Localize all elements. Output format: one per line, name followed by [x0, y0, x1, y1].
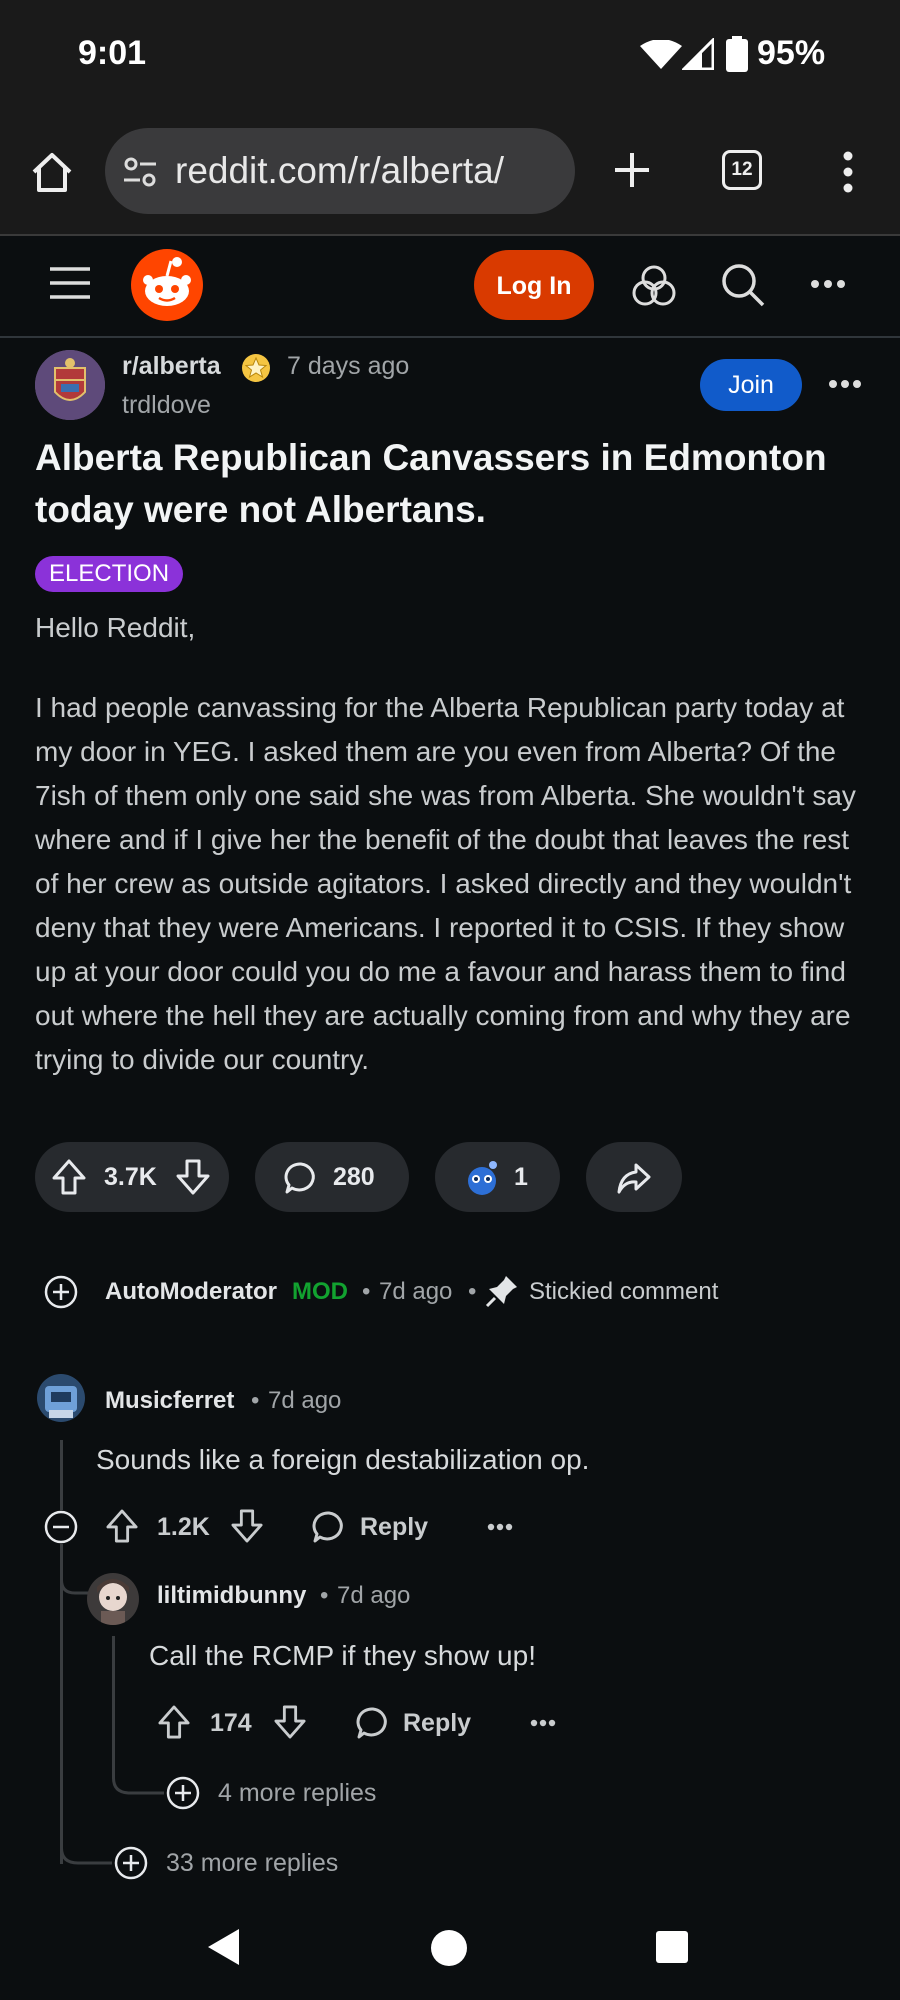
comment-count: 280 [333, 1163, 375, 1191]
post-time: 7 days ago [287, 352, 410, 380]
post-flair[interactable]: ELECTION [35, 556, 184, 592]
separator-dot: • [468, 1278, 477, 1305]
award-star-icon [242, 354, 270, 382]
liltimidbunny-comment-text: Call the RCMP if they show up! [149, 1640, 536, 1671]
automod-username[interactable]: AutoModerator [105, 1278, 277, 1306]
more-replies-nested[interactable]: 4 more replies [218, 1779, 376, 1808]
automod-time: 7d ago [379, 1278, 453, 1305]
comment-icon[interactable] [312, 1510, 346, 1544]
liltimidbunny-username[interactable]: liltimidbunny [157, 1582, 306, 1610]
subreddit-name[interactable]: r/alberta [122, 352, 221, 381]
signal-icon [682, 38, 714, 70]
expand-comment-icon[interactable] [44, 1275, 78, 1309]
expand-replies-icon[interactable] [166, 1776, 200, 1810]
post-title[interactable]: Alberta Republican Canvassers in Edmonto… [35, 432, 865, 536]
login-button[interactable]: Log In [474, 250, 594, 320]
thread-line[interactable] [60, 1440, 63, 1510]
recents-icon[interactable] [655, 1930, 689, 1964]
liltimidbunny-vote-count: 174 [210, 1709, 252, 1737]
separator-dot: • [320, 1582, 329, 1609]
musicferret-vote-count: 1.2K [157, 1513, 210, 1541]
musicferret-avatar[interactable] [37, 1374, 85, 1422]
thread-branch [112, 1770, 164, 1795]
status-time: 9:01 [78, 34, 147, 72]
award-count: 1 [514, 1163, 528, 1191]
post-options-icon[interactable] [828, 378, 862, 390]
thread-branch [60, 1560, 90, 1595]
comment-icon [284, 1162, 315, 1194]
more-options-icon[interactable] [810, 278, 846, 290]
musicferret-time: 7d ago [268, 1387, 342, 1414]
expand-replies-icon[interactable] [114, 1846, 148, 1880]
back-icon[interactable] [205, 1927, 241, 1967]
mod-badge: MOD [292, 1278, 348, 1305]
wifi-icon [640, 40, 682, 69]
browser-menu-icon[interactable] [838, 150, 858, 194]
reddit-logo-icon[interactable] [130, 248, 204, 322]
new-tab-icon[interactable] [612, 150, 652, 190]
join-button[interactable]: Join [700, 359, 802, 411]
musicferret-comment-text: Sounds like a foreign destabilization op… [96, 1444, 590, 1475]
upvote-icon[interactable] [52, 1159, 86, 1195]
downvote-icon[interactable] [231, 1509, 263, 1543]
upvote-icon[interactable] [158, 1705, 190, 1739]
hamburger-menu-icon[interactable] [50, 266, 90, 300]
thread-branch [60, 1840, 112, 1865]
home-nav-icon[interactable] [430, 1929, 468, 1967]
collapse-thread-icon[interactable] [44, 1510, 78, 1544]
avatar-icon [45, 1386, 77, 1418]
musicferret-username[interactable]: Musicferret [105, 1387, 234, 1415]
post-vote-count: 3.7K [104, 1163, 157, 1191]
liltimidbunny-time: 7d ago [337, 1582, 411, 1609]
home-icon[interactable] [30, 150, 74, 194]
reply-button[interactable]: Reply [403, 1709, 471, 1738]
comment-options-icon[interactable] [530, 1718, 556, 1728]
comment-icon[interactable] [356, 1706, 390, 1740]
separator-dot: • [362, 1278, 371, 1305]
tab-switcher-button[interactable]: 12 [722, 150, 762, 190]
advertise-icon[interactable] [632, 264, 676, 308]
avatar-icon [97, 1579, 129, 1625]
share-icon [617, 1163, 651, 1194]
search-icon[interactable] [720, 262, 766, 308]
downvote-icon[interactable] [176, 1159, 210, 1195]
pin-icon [485, 1276, 517, 1308]
more-replies-top[interactable]: 33 more replies [166, 1849, 338, 1878]
subreddit-avatar[interactable] [35, 350, 105, 420]
separator-dot: • [251, 1387, 260, 1414]
post-body: I had people canvassing for the Alberta … [35, 692, 856, 1075]
battery-percent: 95% [757, 34, 826, 72]
alberta-crest-icon [35, 350, 105, 420]
liltimidbunny-avatar[interactable] [87, 1573, 139, 1625]
url-text[interactable]: reddit.com/r/alberta/ [175, 150, 560, 192]
post-greeting: Hello Reddit, [35, 612, 196, 643]
downvote-icon[interactable] [274, 1705, 306, 1739]
award-icon [468, 1161, 497, 1195]
battery-icon [726, 36, 748, 72]
reply-button[interactable]: Reply [360, 1513, 428, 1542]
post-author[interactable]: trdldove [122, 391, 211, 420]
site-settings-icon[interactable] [122, 154, 158, 190]
stickied-label: Stickied comment [529, 1278, 719, 1305]
thread-line[interactable] [112, 1636, 115, 1776]
comments-button[interactable] [255, 1142, 409, 1212]
upvote-icon[interactable] [106, 1509, 138, 1543]
comment-options-icon[interactable] [487, 1522, 513, 1532]
